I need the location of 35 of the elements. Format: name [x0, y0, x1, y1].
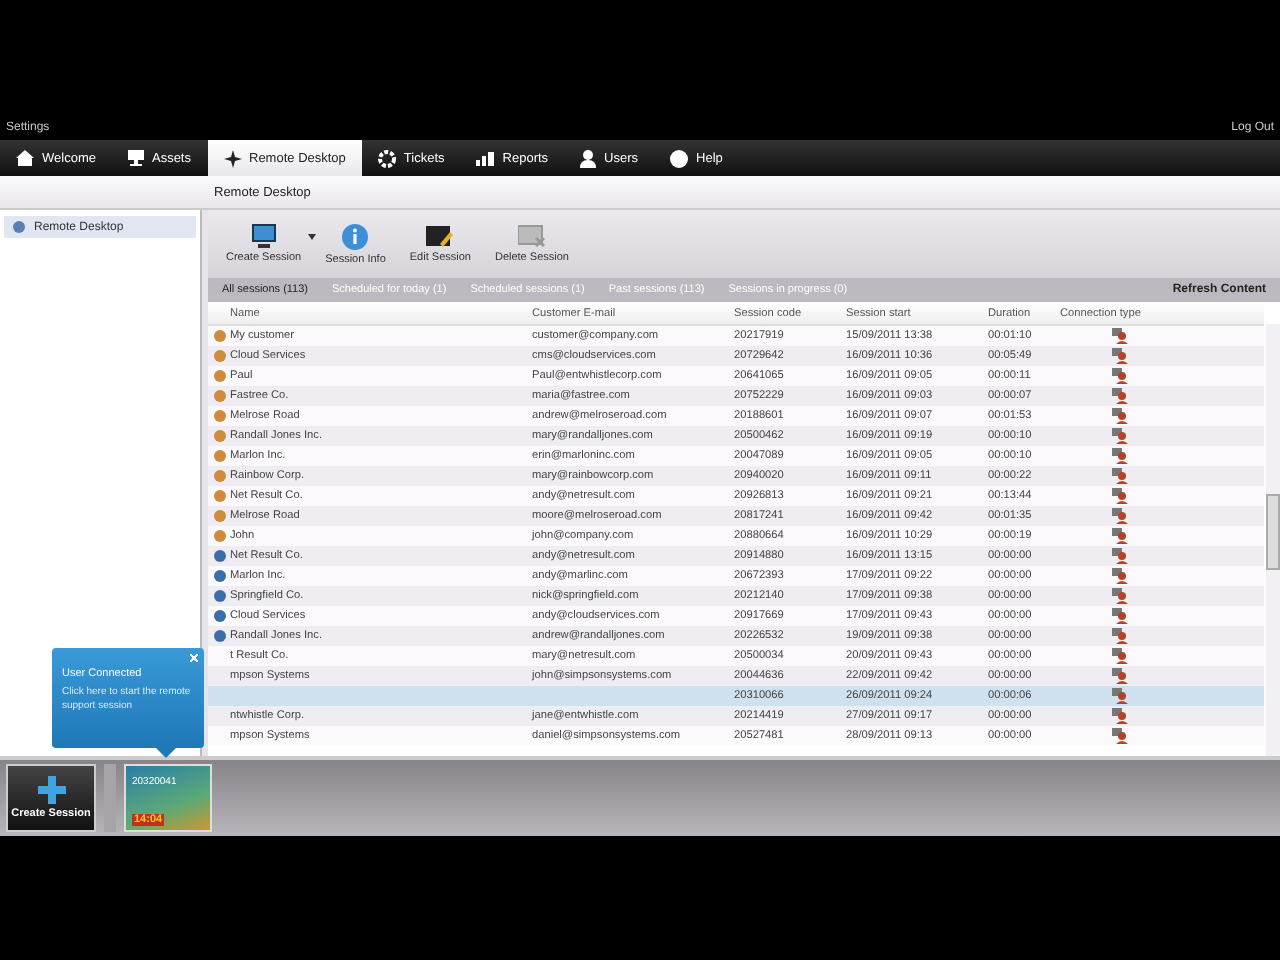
person-monitor-icon	[1112, 488, 1128, 504]
person-monitor-icon	[1112, 628, 1128, 644]
person-monitor-icon	[1112, 528, 1128, 544]
person-monitor-icon	[1112, 328, 1128, 344]
person-monitor-icon	[1112, 728, 1128, 744]
person-monitor-icon	[1112, 428, 1128, 444]
person-monitor-icon	[1112, 368, 1128, 384]
person-monitor-icon	[1112, 388, 1128, 404]
person-monitor-icon	[1112, 568, 1128, 584]
person-monitor-icon	[1112, 708, 1128, 724]
person-monitor-icon	[1112, 668, 1128, 684]
person-monitor-icon	[1112, 468, 1128, 484]
person-monitor-icon	[1112, 588, 1128, 604]
person-monitor-icon	[1112, 348, 1128, 364]
edit-icon	[426, 224, 455, 248]
plus-icon	[37, 775, 65, 804]
bar-chart-icon	[476, 151, 495, 165]
person-monitor-icon	[1112, 448, 1128, 464]
delete-icon	[517, 224, 546, 248]
dock-handle[interactable]	[104, 764, 116, 832]
person-monitor-icon	[1112, 688, 1128, 704]
scroll-thumb[interactable]	[1266, 494, 1280, 570]
gear-icon	[377, 149, 396, 167]
person-monitor-icon	[1112, 508, 1128, 524]
scrollbar[interactable]	[1266, 324, 1280, 756]
person-monitor-icon	[1112, 548, 1128, 564]
star-icon	[223, 149, 241, 167]
person-monitor-icon	[1112, 648, 1128, 664]
caret-icon	[307, 234, 316, 244]
info-icon	[342, 223, 369, 249]
house-icon	[16, 150, 34, 166]
user-icon	[580, 149, 597, 167]
close-icon[interactable]	[190, 654, 198, 662]
person-monitor-icon	[1112, 608, 1128, 624]
person-monitor-icon	[1112, 408, 1128, 424]
